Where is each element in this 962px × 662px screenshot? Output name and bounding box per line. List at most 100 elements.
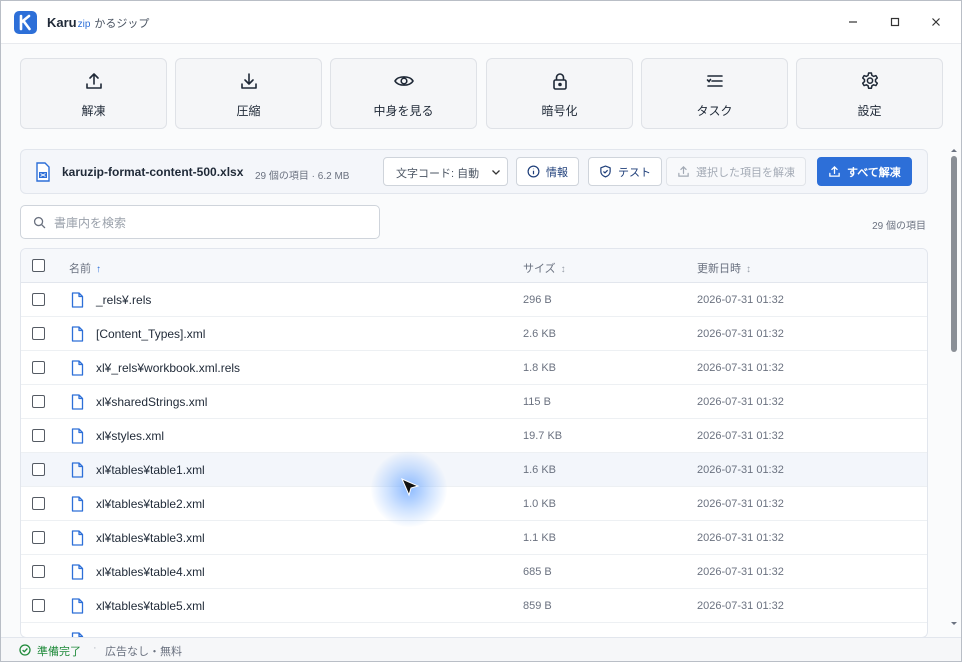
row-checkbox[interactable] [32,599,45,612]
file-name: xl¥styles.xml [96,429,165,443]
compress-tool-label: 圧縮 [236,104,261,118]
file-date: 2026-07-31 01:32 [697,396,784,408]
eye-icon [331,71,476,91]
table-row[interactable]: xl¥tables¥table5.xml 859 B 2026-07-31 01… [21,589,927,623]
upload-icon [678,166,689,177]
sort-asc-icon: ↑ [96,264,101,275]
row-checkbox[interactable] [32,293,45,306]
column-header-size[interactable]: サイズ ↕ [523,260,566,276]
file-date: 2026-07-31 01:32 [697,600,784,612]
gear-icon [797,71,942,91]
extract-all-label: すべて解凍 [847,166,901,179]
file-name: xl¥_rels¥workbook.xml.rels [96,361,241,375]
select-all-checkbox[interactable] [32,259,45,272]
file-name: xl¥tables¥table1.xml [96,463,205,477]
app-name: Karu [47,15,77,30]
vertical-scrollbar[interactable] [947,146,961,636]
row-checkbox[interactable] [32,531,45,544]
file-icon [71,326,84,342]
file-size: 1.8 KB [523,362,557,374]
settings-tool-button[interactable]: 設定 [796,58,943,129]
file-size: 859 B [523,600,552,612]
info-button[interactable]: 情報 [516,157,579,186]
maximize-button[interactable] [881,9,909,35]
file-icon [71,292,84,308]
row-checkbox[interactable] [32,429,45,442]
list-icon [642,71,787,91]
app-window: Karuzip かるジップ 解凍 圧縮 中身を見る 暗号化 タスク 設定 kar… [0,0,962,662]
table-row[interactable]: xl¥tables¥table4.xml 685 B 2026-07-31 01… [21,555,927,589]
row-checkbox[interactable] [32,361,45,374]
archive-meta: 29 個の項目 · 6.2 MB [255,171,350,182]
compress-tool-button[interactable]: 圧縮 [175,58,322,129]
scroll-up-icon[interactable] [947,146,961,154]
table-header: 名前 ↑ サイズ ↕ 更新日時 ↕ [21,249,927,283]
app-logo-icon [14,11,37,34]
file-size: 1.1 KB [523,532,557,544]
file-icon [71,598,84,614]
search-input[interactable] [54,213,364,233]
file-icon [71,564,84,580]
table-row[interactable]: [Content_Types].xml 2.6 KB 2026-07-31 01… [21,317,927,351]
file-name: xl¥tables¥table3.xml [96,531,205,545]
download-icon [176,71,321,91]
table-row[interactable]: _rels¥.rels 296 B 2026-07-31 01:32 [21,283,927,317]
minimize-icon [849,21,857,23]
status-bar: 準備完了 · 広告なし・無料 [1,637,961,661]
row-checkbox[interactable] [32,463,45,476]
file-name: xl¥tables¥table4.xml [96,565,205,579]
xlsx-file-icon [35,162,51,187]
status-note: 広告なし・無料 [105,646,182,658]
close-button[interactable] [922,9,950,35]
file-date: 2026-07-31 01:32 [697,430,784,442]
encoding-select[interactable]: 文字コード: 自動 [383,157,508,186]
table-row[interactable]: xl¥_rels¥workbook.xml.rels 1.8 KB 2026-0… [21,351,927,385]
extract-selected-button[interactable]: 選択した項目を解凍 [666,157,806,186]
search-icon [33,216,46,229]
archive-name: karuzip-format-content-500.xlsx [62,165,244,179]
extract-tool-button[interactable]: 解凍 [20,58,167,129]
search-box [20,205,380,239]
column-header-size-label: サイズ [523,263,556,275]
table-row[interactable]: xl¥sharedStrings.xml 115 B 2026-07-31 01… [21,385,927,419]
row-checkbox[interactable] [32,395,45,408]
scroll-down-icon[interactable] [947,620,961,628]
test-button[interactable]: テスト [588,157,662,186]
tasks-tool-label: タスク [696,104,733,118]
table-row[interactable]: xl¥styles.xml 19.7 KB 2026-07-31 01:32 [21,419,927,453]
file-icon [71,462,84,478]
file-icon [71,394,84,410]
scrollbar-thumb[interactable] [951,156,957,352]
table-row[interactable]: xl¥tables¥table1.xml 1.6 KB 2026-07-31 0… [21,453,927,487]
file-size: 115 B [523,396,551,408]
file-name: xl¥tables¥table2.xml [96,497,205,511]
file-table: 名前 ↑ サイズ ↕ 更新日時 ↕ _rels¥.rels 296 B 2026-07… [20,248,928,638]
view-contents-tool-button[interactable]: 中身を見る [330,58,477,129]
row-checkbox[interactable] [32,497,45,510]
table-row[interactable]: xl¥tables¥table2.xml 1.0 KB 2026-07-31 0… [21,487,927,521]
tasks-tool-button[interactable]: タスク [641,58,788,129]
file-size: 2.6 KB [523,328,557,340]
file-date: 2026-07-31 01:32 [697,464,784,476]
check-circle-icon [19,644,31,656]
maximize-icon [890,17,900,27]
minimize-button[interactable] [839,9,867,35]
row-checkbox[interactable] [32,327,45,340]
column-header-name-label: 名前 [69,263,91,275]
extract-all-button[interactable]: すべて解凍 [817,157,912,186]
file-date: 2026-07-31 01:32 [697,566,784,578]
file-name: xl¥tables¥table5.xml [96,599,205,613]
view-contents-tool-label: 中身を見る [373,104,434,118]
item-count: 29 個の項目 [872,221,926,232]
table-row[interactable] [21,623,927,637]
close-icon [932,18,940,26]
extract-selected-label: 選択した項目を解凍 [696,166,795,179]
table-row[interactable]: xl¥tables¥table3.xml 1.1 KB 2026-07-31 0… [21,521,927,555]
file-date: 2026-07-31 01:32 [697,532,784,544]
encrypt-tool-button[interactable]: 暗号化 [486,58,633,129]
info-icon [527,165,540,178]
column-header-name[interactable]: 名前 ↑ [69,260,101,276]
row-checkbox[interactable] [32,565,45,578]
column-header-date[interactable]: 更新日時 ↕ [697,260,751,276]
status-ready: 準備完了 [37,646,81,658]
